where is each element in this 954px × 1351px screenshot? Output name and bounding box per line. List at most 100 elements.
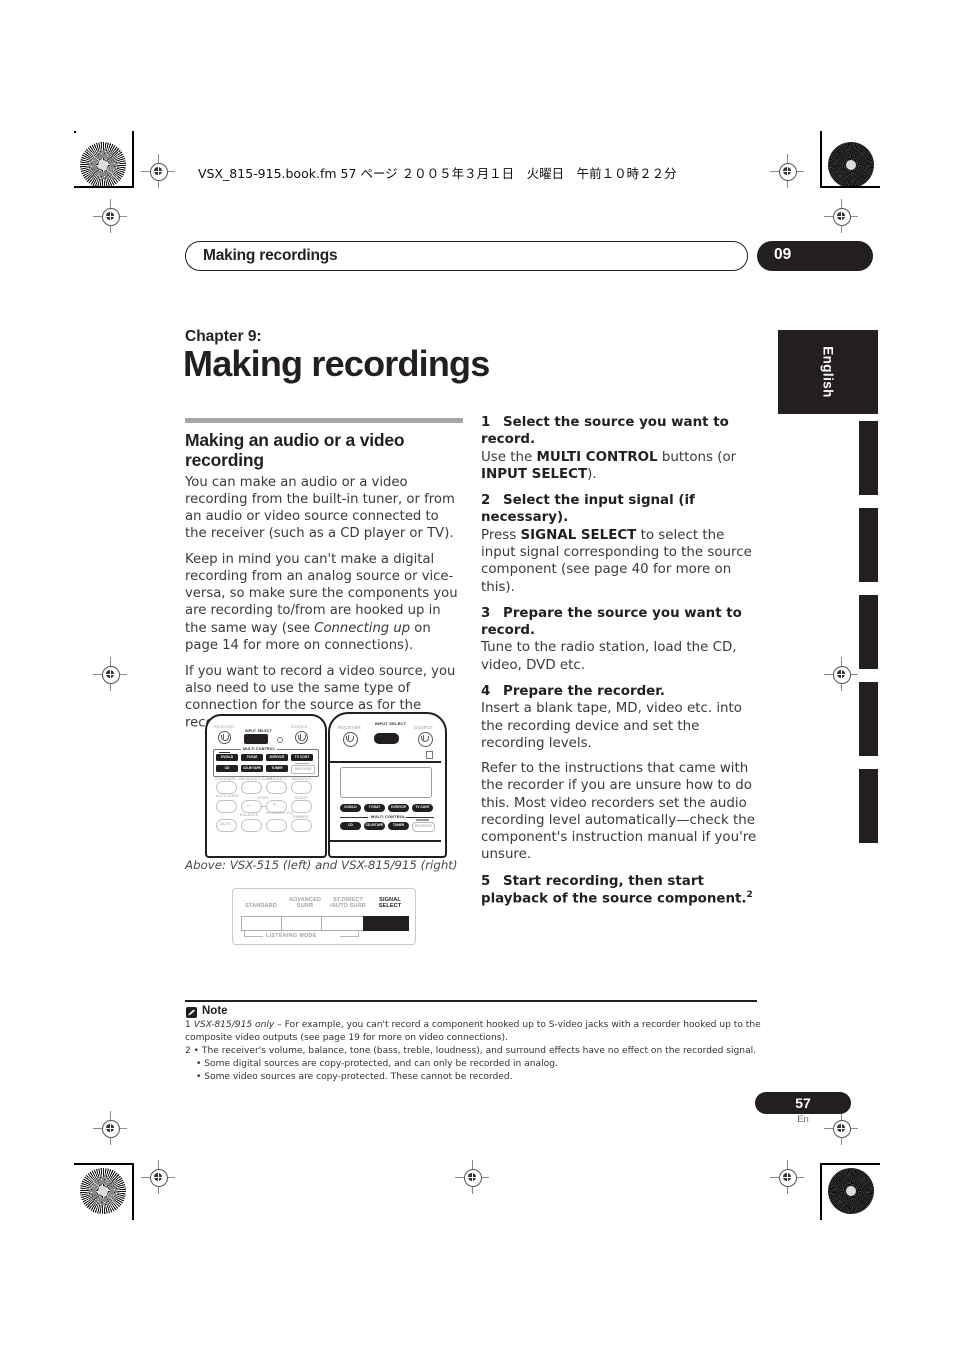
remote-right-button-cdr-tape[interactable]: CD-R/TAPE xyxy=(364,822,385,830)
right-column: 1 Select the source you want to record. U… xyxy=(481,414,759,917)
step-4-number: 4 xyxy=(481,683,491,699)
remote-left-knob-7[interactable] xyxy=(266,819,287,832)
remote-left-balance-label: BALANCE xyxy=(240,813,259,817)
listening-mode-rule-right xyxy=(340,936,359,937)
remote-left-button-tv-sat[interactable]: TV/SAT xyxy=(241,754,263,761)
note-body: 1 VSX-815/915 only – For example, you ca… xyxy=(185,1019,761,1084)
note-line-5: • Some video sources are copy-protected.… xyxy=(196,1071,513,1082)
remote-right-multi-control-rule-right xyxy=(406,817,434,818)
remote-left-sleep-knob[interactable] xyxy=(291,800,312,813)
registration-rosette-top-right xyxy=(828,142,874,188)
step-5-number: 5 xyxy=(481,873,491,889)
registration-rosette-top-left xyxy=(80,142,126,188)
crop-mark-bl-h xyxy=(74,1163,134,1165)
registration-rosette-bottom-right xyxy=(828,1168,874,1214)
panel-key-st-direct-auto-surr[interactable] xyxy=(321,916,365,931)
remote-left-receiver-label: RECEIVER xyxy=(214,725,234,729)
remote-right-button-dvr-vcr[interactable]: DVR/VCR xyxy=(388,804,409,812)
remote-left-knob-2[interactable] xyxy=(241,781,262,794)
left-column: Making an audio or a video recording You… xyxy=(185,418,463,731)
step-4: 4 Prepare the recorder. Insert a blank ta… xyxy=(481,683,759,752)
remote-left-button-dvr-vcr[interactable]: DVR/VCR xyxy=(266,754,288,761)
remote-left-knob-1[interactable] xyxy=(216,781,237,794)
note-line-2: composite video outputs (see page 19 for… xyxy=(185,1032,508,1043)
language-side-tab: English xyxy=(778,330,878,414)
reg-mark-bottom-left xyxy=(141,1160,175,1194)
step-1-body-2: buttons (or xyxy=(657,449,737,465)
reg-mark-bottom-right xyxy=(770,1160,804,1194)
crop-mark-tr-h xyxy=(820,186,880,188)
step-3-number: 3 xyxy=(481,605,491,621)
remote-left-auto-surr-label: AUTO SURR xyxy=(216,794,239,798)
remote-right-button-dvd-ld[interactable]: DVD/LD xyxy=(340,804,361,812)
remote-right-button-tv-sat[interactable]: TV/SAT xyxy=(364,804,385,812)
cross-reference-connecting-up: Connecting up xyxy=(314,620,411,636)
page-number-text: 57 xyxy=(795,1095,811,1111)
step-2-heading: Select the input signal (if necessary). xyxy=(481,493,695,526)
remote-left-button-dvd-ld[interactable]: DVD/LD xyxy=(216,754,238,761)
remote-left-knob-6[interactable] xyxy=(241,819,262,832)
reg-mark-left-lower xyxy=(93,1111,127,1145)
note-icon xyxy=(186,1007,197,1018)
remote-left-receiver-power-icon xyxy=(218,731,231,744)
listening-mode-rule-left xyxy=(244,936,263,937)
step-1-body-3: INPUT SELECT xyxy=(481,466,588,482)
remote-left-source-label: SOURCE xyxy=(291,725,308,729)
remote-right-button-tv-cont[interactable]: TV CONT xyxy=(412,804,433,812)
step-1-body-0: Use the xyxy=(481,449,537,465)
remote-right-input-select-button[interactable] xyxy=(374,733,399,744)
remote-left-level-minus[interactable] xyxy=(241,800,262,813)
edge-tab-2 xyxy=(859,421,878,495)
step-2: 2 Select the input signal (if necessary).… xyxy=(481,492,759,596)
remote-left-knob-5[interactable] xyxy=(216,800,237,813)
remote-left-button-receiver[interactable]: RECEIVER xyxy=(291,765,315,774)
panel-label-standard: STANDARD xyxy=(245,903,277,909)
remote-right-source-power-icon xyxy=(418,732,433,747)
edge-tab-6 xyxy=(859,769,878,843)
paragraph-1: You can make an audio or a video recordi… xyxy=(185,475,455,542)
section-heading: Making an audio or a video recording xyxy=(185,430,405,471)
panel-key-standard[interactable] xyxy=(241,916,283,931)
panel-label-surr: SURR xyxy=(296,903,314,909)
remote-vsx-815-915: RECEIVER SOURCE INPUT SELECT DVD/LD TV/S… xyxy=(328,712,447,858)
remote-left-level-label: LEVEL xyxy=(257,796,270,800)
remote-left-knob-8[interactable] xyxy=(291,819,312,832)
remote-left-mute-label: MUTE xyxy=(220,822,231,826)
edge-tab-4 xyxy=(859,595,878,669)
panel-label-select: SELECT xyxy=(378,903,402,909)
manual-page: VSX_815-915.book.fm 57 ページ ２００５年３月１日 火曜日… xyxy=(0,0,954,1351)
remote-left-input-select-button[interactable] xyxy=(244,734,268,744)
remote-right-receiver-power-icon xyxy=(343,732,358,747)
step-1: 1 Select the source you want to record. U… xyxy=(481,414,759,483)
remote-right-receiver-underline xyxy=(416,819,429,821)
remote-right-multi-control-label: MULTI CONTROL xyxy=(371,814,406,819)
remote-left-button-tuner[interactable]: TUNER xyxy=(266,765,288,772)
remote-right-button-cd[interactable]: CD xyxy=(340,822,361,830)
step-2-body-1: SIGNAL SELECT xyxy=(520,527,637,543)
registration-rosette-bottom-left xyxy=(80,1168,126,1214)
panel-key-signal-select[interactable] xyxy=(363,916,409,931)
remote-left-knob-4[interactable] xyxy=(291,781,312,794)
note-line-4: • Some digital sources are copy-protecte… xyxy=(196,1058,558,1069)
note-line-1-italic: VSX-815/915 only xyxy=(193,1020,275,1030)
page-number-badge: 57 xyxy=(755,1092,851,1114)
remote-right-multi-control-rule-left xyxy=(340,817,368,818)
remote-right-lcd-display xyxy=(340,767,432,798)
remote-left-button-tv-cont[interactable]: TV CONT xyxy=(291,754,313,761)
remote-right-button-tuner[interactable]: TUNER xyxy=(388,822,409,830)
panel-key-advanced-surr[interactable] xyxy=(281,916,323,931)
remote-left-button-cdr-tape[interactable]: CD-R/TAPE xyxy=(241,765,263,772)
remote-right-button-receiver[interactable]: RECEIVER xyxy=(412,822,435,832)
language-side-tab-label: English xyxy=(820,346,836,398)
remote-left-button-cd[interactable]: CD xyxy=(216,765,238,772)
remote-left-knob-3[interactable] xyxy=(266,781,287,794)
step-2-number: 2 xyxy=(481,493,491,509)
signal-select-panel: STANDARD ADVANCED SURR ST.DIRECT /AUTO S… xyxy=(232,888,416,945)
edge-tab-5 xyxy=(859,682,878,756)
remote-left-acoustic-eq-label: ACOUSTIC EQ xyxy=(266,811,293,815)
crop-mark-tl-h xyxy=(74,186,134,188)
crop-mark-tl-h2 xyxy=(74,131,76,133)
remote-left-receiver-underline xyxy=(295,762,309,764)
remote-control-figure: RECEIVER SOURCE INPUT SELECT MULTI CONTR… xyxy=(200,712,450,858)
remote-left-multi-control-label: MULTI CONTROL xyxy=(241,747,278,751)
